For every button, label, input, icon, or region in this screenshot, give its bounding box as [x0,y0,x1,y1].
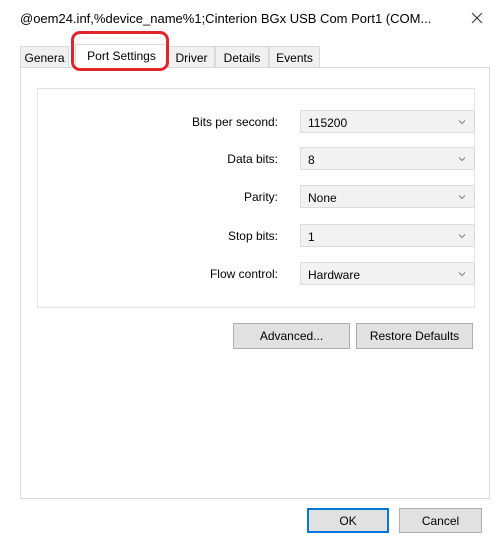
close-icon [471,12,483,24]
tab-general[interactable]: Genera [20,46,69,67]
tab-port-settings[interactable]: Port Settings [75,44,168,69]
port-settings-group: Bits per second: 115200 Data bits: 8 Par… [37,88,475,308]
bits-per-second-select[interactable]: 115200 [300,110,475,133]
parity-select[interactable]: None [300,185,475,208]
flow-control-select[interactable]: Hardware [300,262,475,285]
bits-per-second-value: 115200 [308,116,348,130]
window-title: @oem24.inf,%device_name%1;Cinterion BGx … [20,11,432,26]
chevron-down-icon [458,195,466,200]
bits-per-second-label: Bits per second: [191,115,278,129]
close-button[interactable] [462,6,492,30]
data-bits-label: Data bits: [227,152,278,166]
tab-details[interactable]: Details [215,46,269,67]
port-settings-panel: Bits per second: 115200 Data bits: 8 Par… [20,67,490,499]
flow-control-value: Hardware [308,268,361,282]
stop-bits-value: 1 [308,230,315,244]
data-bits-select[interactable]: 8 [300,147,475,170]
data-bits-value: 8 [308,153,315,167]
restore-defaults-button[interactable]: Restore Defaults [356,323,473,349]
chevron-down-icon [458,234,466,239]
tab-driver[interactable]: Driver [168,46,215,67]
title-bar: @oem24.inf,%device_name%1;Cinterion BGx … [0,0,500,36]
flow-control-label: Flow control: [209,267,278,281]
stop-bits-select[interactable]: 1 [300,224,475,247]
parity-value: None [308,191,337,205]
chevron-down-icon [458,157,466,162]
cancel-button[interactable]: Cancel [399,508,482,533]
tab-events[interactable]: Events [269,46,320,67]
advanced-button[interactable]: Advanced... [233,323,350,349]
tab-strip: Genera Port Settings Driver Details Even… [20,44,490,69]
stop-bits-label: Stop bits: [227,229,278,243]
ok-button[interactable]: OK [307,508,389,533]
chevron-down-icon [458,272,466,277]
chevron-down-icon [458,120,466,125]
parity-label: Parity: [243,190,278,204]
